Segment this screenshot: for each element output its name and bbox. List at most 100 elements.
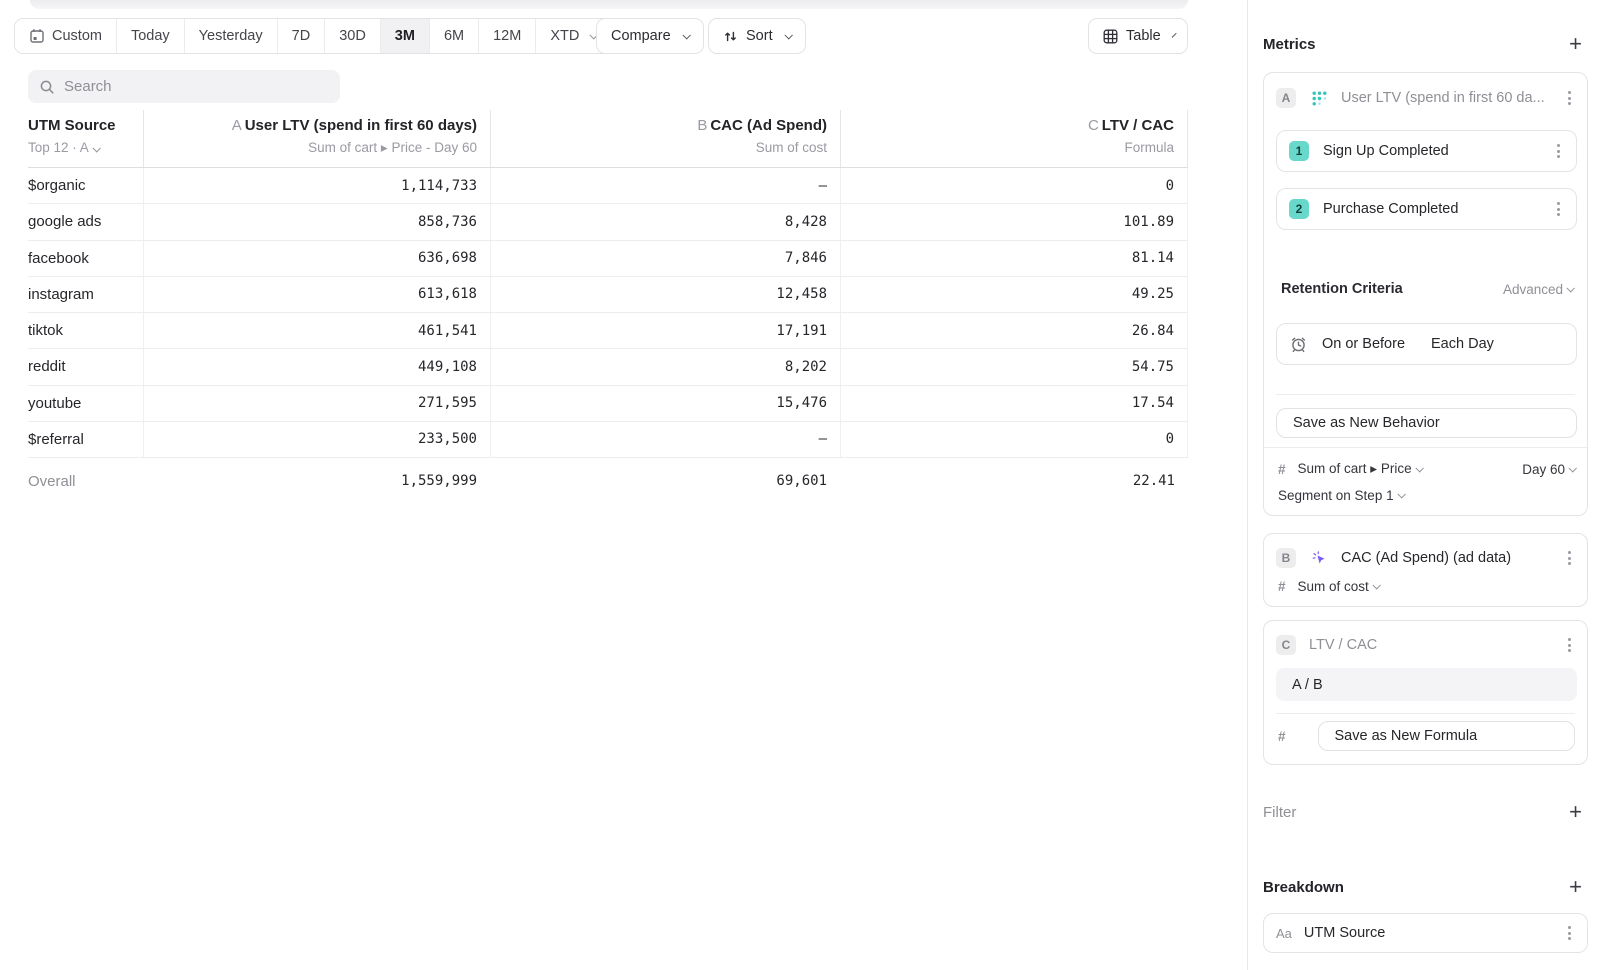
table-row[interactable]: facebook 636,698 7,846 81.14 <box>28 241 1188 277</box>
range-label: 30D <box>339 28 366 44</box>
search-input[interactable] <box>64 78 329 95</box>
aggregation-dropdown[interactable]: Sum of cost <box>1298 579 1379 594</box>
series-letter: B <box>697 117 707 134</box>
range-label: 7D <box>292 28 311 44</box>
segment-dropdown[interactable]: Segment on Step 1 <box>1278 488 1404 503</box>
formula-value: A / B <box>1292 677 1323 693</box>
cell-value: 54.75 <box>840 349 1188 384</box>
table-row[interactable]: $organic 1,114,733 – 0 <box>28 168 1188 204</box>
metric-menu-button[interactable] <box>1564 547 1575 569</box>
metric-b-header[interactable]: B CAC (Ad Spend) (ad data) <box>1276 546 1575 570</box>
series-letter-badge: C <box>1276 635 1296 655</box>
query-builder-sidebar: Metrics + A User LTV (spend in <box>1247 0 1600 970</box>
column-header-metric-b[interactable]: BCAC (Ad Spend) Sum of cost <box>490 110 840 167</box>
save-formula-button[interactable]: Save as New Formula <box>1318 721 1575 751</box>
column-title: LTV / CAC <box>1102 117 1174 134</box>
behavior-metric-icon <box>1311 90 1328 107</box>
window-dropdown[interactable]: Day 60 <box>1522 462 1575 477</box>
filter-section-header: Filter + <box>1263 800 1588 824</box>
step-menu-button[interactable] <box>1553 198 1564 220</box>
range-custom-button[interactable]: Custom <box>15 19 116 53</box>
view-selector-button[interactable]: Table <box>1088 18 1188 54</box>
save-behavior-label: Save as New Behavior <box>1293 415 1440 431</box>
range-today-button[interactable]: Today <box>116 19 184 53</box>
cell-value: 271,595 <box>143 386 490 421</box>
table-row[interactable]: $referral 233,500 – 0 <box>28 422 1188 458</box>
funnel-step-2[interactable]: 2 Purchase Completed <box>1276 188 1577 230</box>
cell-value: 0 <box>840 168 1188 203</box>
segment-value: Segment on Step 1 <box>1278 488 1394 503</box>
breakdown-menu-button[interactable] <box>1564 922 1575 944</box>
card-footer-divider <box>1264 447 1587 448</box>
cell-value: 233,500 <box>143 422 490 457</box>
table-row[interactable]: reddit 449,108 8,202 54.75 <box>28 349 1188 385</box>
column-header-metric-a[interactable]: AUser LTV (spend in first 60 days) Sum o… <box>143 110 490 167</box>
metric-menu-button[interactable] <box>1564 87 1575 109</box>
search-icon <box>39 79 55 95</box>
metric-a-header[interactable]: A User LTV (spend in first 60 da... <box>1276 86 1575 110</box>
range-30d-button[interactable]: 30D <box>324 19 380 53</box>
table-row[interactable]: youtube 271,595 15,476 17.54 <box>28 386 1188 422</box>
date-range-control: Custom Today Yesterday 7D 30D 3M 6M 12M … <box>14 18 611 54</box>
sort-button[interactable]: Sort <box>708 18 806 54</box>
breakdown-section-header: Breakdown + <box>1263 875 1588 899</box>
range-label: Yesterday <box>199 28 263 44</box>
range-3m-button[interactable]: 3M <box>380 19 429 53</box>
retention-mode-value: Advanced <box>1503 282 1563 297</box>
save-behavior-button[interactable]: Save as New Behavior <box>1276 408 1577 438</box>
add-metric-button[interactable]: + <box>1569 34 1588 54</box>
aggregation-dropdown[interactable]: Sum of cart ▸ Price <box>1298 461 1422 477</box>
row-label: google ads <box>28 204 143 239</box>
breakdown-title: Breakdown <box>1263 879 1344 896</box>
step-menu-button[interactable] <box>1553 140 1564 162</box>
compare-button[interactable]: Compare <box>596 18 704 54</box>
metric-menu-button[interactable] <box>1564 634 1575 656</box>
collapsed-chart-panel <box>30 0 1188 9</box>
metrics-title: Metrics <box>1263 36 1316 53</box>
series-letter: A <box>232 117 242 134</box>
cell-value: 8,202 <box>490 349 840 384</box>
row-label: tiktok <box>28 313 143 348</box>
step-number-badge: 2 <box>1289 199 1309 219</box>
column-header-metric-c[interactable]: CLTV / CAC Formula <box>840 110 1188 167</box>
column-header-utm-source[interactable]: UTM Source Top 12 · A <box>28 110 143 167</box>
range-label: 6M <box>444 28 464 44</box>
search-box[interactable] <box>28 70 340 103</box>
summary-value: 22.41 <box>840 473 1188 489</box>
range-7d-button[interactable]: 7D <box>277 19 325 53</box>
number-type-icon: # <box>1278 579 1286 594</box>
app-root: Custom Today Yesterday 7D 30D 3M 6M 12M … <box>0 0 1600 970</box>
metric-c-header[interactable]: C LTV / CAC <box>1276 633 1575 657</box>
cell-value: 12,458 <box>490 277 840 312</box>
range-yesterday-button[interactable]: Yesterday <box>184 19 277 53</box>
funnel-step-1[interactable]: 1 Sign Up Completed <box>1276 130 1577 172</box>
retention-criteria-row[interactable]: On or Before Each Day <box>1276 323 1577 365</box>
cell-value: 15,476 <box>490 386 840 421</box>
add-filter-button[interactable]: + <box>1569 802 1588 822</box>
column-title: User LTV (spend in first 60 days) <box>245 117 477 134</box>
breakdown-item-card[interactable]: Aa UTM Source <box>1263 913 1588 953</box>
table-row[interactable]: tiktok 461,541 17,191 26.84 <box>28 313 1188 349</box>
divider <box>1276 713 1575 714</box>
aggregation-value: Sum of cost <box>1298 579 1369 594</box>
chevron-down-icon <box>1568 464 1576 472</box>
retention-mode-dropdown[interactable]: Advanced <box>1503 282 1573 297</box>
step-event-label: Purchase Completed <box>1323 201 1553 217</box>
criteria-period: Each Day <box>1431 336 1494 352</box>
formula-footer-row: # Save as New Formula <box>1278 721 1575 751</box>
cell-value: 81.14 <box>840 241 1188 276</box>
save-formula-label: Save as New Formula <box>1335 728 1478 744</box>
cell-value: 101.89 <box>840 204 1188 239</box>
range-6m-button[interactable]: 6M <box>429 19 478 53</box>
toolbar: Custom Today Yesterday 7D 30D 3M 6M 12M … <box>0 18 1230 54</box>
number-type-icon: # <box>1278 729 1286 744</box>
add-breakdown-button[interactable]: + <box>1569 877 1588 897</box>
table-row[interactable]: google ads 858,736 8,428 101.89 <box>28 204 1188 240</box>
calendar-icon <box>29 28 45 44</box>
formula-input[interactable]: A / B <box>1276 668 1577 701</box>
sort-label: Sort <box>746 28 773 44</box>
range-12m-button[interactable]: 12M <box>478 19 535 53</box>
cell-value: 26.84 <box>840 313 1188 348</box>
table-row[interactable]: instagram 613,618 12,458 49.25 <box>28 277 1188 313</box>
chevron-down-icon <box>784 31 792 39</box>
